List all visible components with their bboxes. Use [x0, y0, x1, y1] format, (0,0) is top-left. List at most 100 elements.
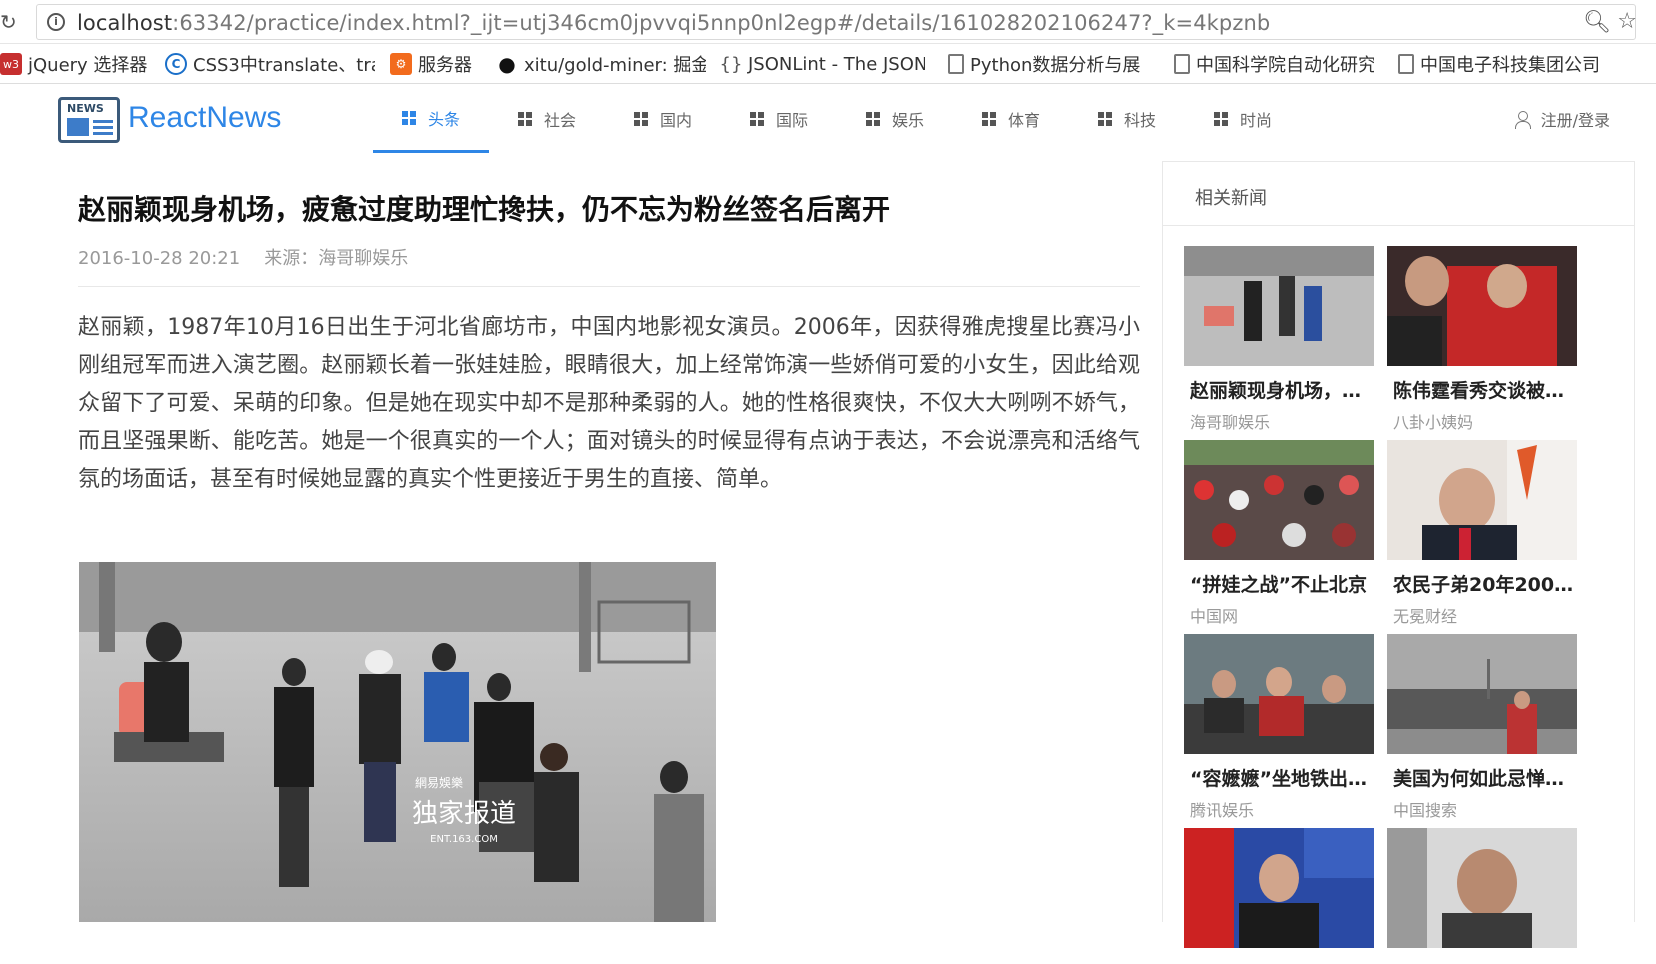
related-news-card[interactable]	[1184, 828, 1374, 964]
nav-label: 科技	[1123, 111, 1156, 130]
card-title: 农民子弟20年200元起家	[1393, 574, 1577, 596]
article-date: 2016-10-28 20:21	[78, 248, 241, 269]
nav-label: 时尚	[1239, 111, 1272, 130]
related-news-card[interactable]: “容嬷嬷”坐地铁出行被偶遇 腾讯娱乐	[1184, 634, 1374, 821]
photo-caption-url: ENT.163.COM	[430, 834, 498, 845]
grid-icon	[981, 112, 996, 126]
card-title: 赵丽颖现身机场，疲惫过度助理忙搀扶	[1190, 380, 1374, 402]
photo-caption: 独家报道	[412, 799, 516, 829]
airport-photo-image: 網易娛樂 独家报道 ENT.163.COM	[79, 562, 716, 922]
news-thumbnail	[1184, 634, 1374, 754]
card-title: 陈伟霆看秀交谈被嫌弃	[1393, 380, 1577, 402]
card-source: 中国搜索	[1393, 801, 1458, 820]
card-title: “容嬷嬷”坐地铁出行被偶遇	[1190, 768, 1374, 790]
card-source: 海哥聊娱乐	[1190, 413, 1271, 432]
bookmark-star-icon[interactable]: ☆	[1617, 9, 1637, 34]
nav-label: 头条	[427, 109, 460, 129]
bookmark-label: 服务器	[418, 55, 472, 76]
brand-name[interactable]: ReactNews	[128, 101, 281, 135]
bookmarks-bar: w3 jQuery 选择器 C CSS3中translate、tra ⚙ 服务器 ● x…	[0, 44, 1656, 84]
sidebar-heading: 相关新闻	[1163, 162, 1634, 226]
related-news-card[interactable]: 赵丽颖现身机场，疲惫过度助理忙搀扶 海哥聊娱乐	[1184, 246, 1374, 433]
news-thumbnail	[1387, 828, 1577, 948]
bookmark-label: JSONLint - The JSON	[748, 53, 925, 75]
nav-item-society[interactable]: 社会	[489, 85, 605, 153]
nav-item-entertainment[interactable]: 娱乐	[837, 85, 953, 153]
related-news-card[interactable]: 农民子弟20年200元起家 无冕财经	[1387, 440, 1577, 627]
news-thumbnail	[1184, 828, 1374, 948]
bookmark-css3[interactable]: C CSS3中translate、tra	[165, 52, 375, 76]
card-source: 无冕财经	[1393, 607, 1458, 626]
card-source: 中国网	[1190, 607, 1239, 626]
w3-icon: w3	[0, 53, 22, 75]
article-meta: 2016-10-28 20:21 来源：海哥聊娱乐	[78, 244, 1140, 287]
url-path: :63342/practice/index.html?_ijt=utj346cm…	[172, 11, 1271, 35]
related-news-card[interactable]: “拼娃之战”不止北京 中国网	[1184, 440, 1374, 627]
bookmark-server[interactable]: ⚙ 服务器	[390, 52, 490, 76]
server-icon: ⚙	[390, 53, 412, 75]
nav-label: 国际	[775, 111, 808, 130]
bookmark-label: Python数据分析与展	[970, 55, 1141, 76]
nav-item-fashion[interactable]: 时尚	[1185, 85, 1301, 153]
reload-icon[interactable]: ↻	[0, 10, 24, 34]
css3-icon: C	[165, 53, 187, 75]
news-thumbnail	[1184, 440, 1374, 560]
bookmark-casia[interactable]: 中国科学院自动化研究	[1174, 52, 1374, 76]
card-title: “拼娃之战”不止北京	[1190, 574, 1367, 596]
news-thumbnail	[1387, 634, 1577, 754]
nav-label: 娱乐	[891, 111, 924, 130]
card-title: 美国为何如此忌惮中国	[1393, 768, 1577, 790]
nav-item-tech[interactable]: 科技	[1069, 85, 1185, 153]
user-icon	[1514, 111, 1531, 129]
grid-icon	[865, 112, 880, 126]
bookmark-jquery[interactable]: w3 jQuery 选择器	[0, 52, 150, 76]
bookmark-gold-miner[interactable]: ● xitu/gold-miner: 掘金	[496, 52, 706, 76]
bookmark-label: CSS3中translate、tra	[193, 55, 375, 76]
grid-icon	[1097, 112, 1112, 126]
nav-label: 社会	[543, 111, 576, 130]
article-photo: 網易娛樂 独家报道 ENT.163.COM	[79, 562, 716, 922]
json-icon: {}	[720, 53, 743, 75]
news-thumbnail	[1184, 246, 1374, 366]
bookmark-jsonlint[interactable]: {} JSONLint - The JSON	[720, 52, 925, 76]
nav-item-international[interactable]: 国际	[721, 85, 837, 153]
nav-label: 国内	[659, 111, 692, 130]
site-header: NEWS ReactNews 头条 社会 国内 国际 娱乐 体育 科技 时尚 注…	[0, 85, 1656, 153]
main-nav: 头条 社会 国内 国际 娱乐 体育 科技 时尚	[373, 85, 1301, 153]
document-icon	[1174, 54, 1190, 74]
article-source: 来源：海哥聊娱乐	[264, 248, 409, 269]
grid-icon	[1213, 112, 1228, 126]
news-logo-icon[interactable]: NEWS	[58, 97, 120, 143]
url-host: localhost	[77, 11, 173, 35]
news-thumbnail	[1387, 246, 1577, 366]
bookmark-cetc[interactable]: 中国电子科技集团公司	[1398, 52, 1603, 76]
card-source: 八卦小姨妈	[1393, 413, 1474, 432]
browser-address-bar: ↻ i localhost:63342/practice/index.html?…	[0, 0, 1656, 44]
info-icon[interactable]: i	[47, 13, 65, 31]
nav-label: 体育	[1007, 111, 1040, 130]
bookmark-label: xitu/gold-miner: 掘金	[524, 55, 706, 76]
bookmark-label: 中国科学院自动化研究	[1196, 55, 1374, 76]
related-news-card[interactable]	[1387, 828, 1577, 964]
bookmark-label: 中国电子科技集团公司	[1420, 55, 1600, 76]
github-icon: ●	[496, 52, 518, 76]
related-news-card[interactable]: 陈伟霆看秀交谈被嫌弃 八卦小姨妈	[1387, 246, 1577, 433]
nav-item-sports[interactable]: 体育	[953, 85, 1069, 153]
bookmark-python[interactable]: Python数据分析与展	[948, 52, 1148, 76]
grid-icon	[749, 112, 764, 126]
grid-icon	[401, 110, 416, 125]
related-news-card[interactable]: 美国为何如此忌惮中国 中国搜索	[1387, 634, 1577, 821]
photo-caption-small: 網易娛樂	[415, 775, 463, 790]
nav-item-headlines[interactable]: 头条	[373, 85, 489, 153]
login-label: 注册/登录	[1540, 111, 1610, 130]
card-source: 腾讯娱乐	[1190, 801, 1255, 820]
url-text: localhost:63342/practice/index.html?_ijt…	[77, 11, 1270, 35]
bookmark-label: jQuery 选择器	[28, 55, 148, 76]
news-thumbnail	[1387, 440, 1577, 560]
article: 赵丽颖现身机场，疲惫过度助理忙搀扶，仍不忘为粉丝签名后离开 2016-10-28…	[78, 190, 1140, 499]
url-field[interactable]: i localhost:63342/practice/index.html?_i…	[36, 4, 1637, 40]
document-icon	[948, 54, 964, 74]
nav-item-domestic[interactable]: 国内	[605, 85, 721, 153]
login-link[interactable]: 注册/登录	[1514, 107, 1610, 131]
zoom-icon[interactable]: 🔍︎	[1583, 10, 1611, 35]
